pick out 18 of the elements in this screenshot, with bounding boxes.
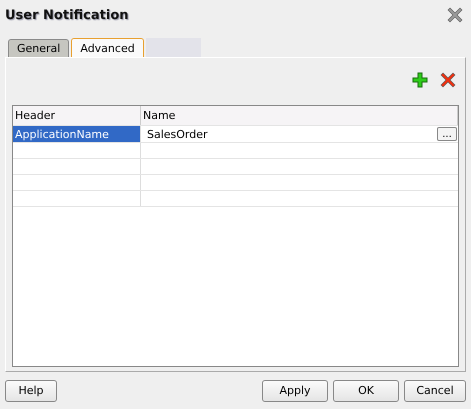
browse-button[interactable]: ... xyxy=(437,127,457,141)
add-button[interactable] xyxy=(412,72,428,88)
window-title: User Notification xyxy=(5,8,128,22)
dialog-button[interactable]: OK xyxy=(333,380,399,402)
table-cell[interactable]: ApplicationName xyxy=(13,126,141,142)
table-cell[interactable]: SalesOrder xyxy=(141,128,208,140)
dialog-button[interactable]: Apply xyxy=(262,380,328,402)
column-header[interactable]: Name xyxy=(141,106,458,125)
dialog-button[interactable]: Help xyxy=(5,380,57,402)
tab[interactable]: Advanced xyxy=(71,38,144,57)
delete-icon xyxy=(440,72,456,88)
delete-button[interactable] xyxy=(440,72,456,88)
column-header[interactable]: Header xyxy=(13,106,141,125)
tab[interactable]: General xyxy=(8,39,70,57)
plus-icon xyxy=(412,72,428,88)
close-icon xyxy=(447,7,463,23)
dialog-button[interactable]: Cancel xyxy=(404,380,466,402)
close-button[interactable] xyxy=(447,7,463,23)
